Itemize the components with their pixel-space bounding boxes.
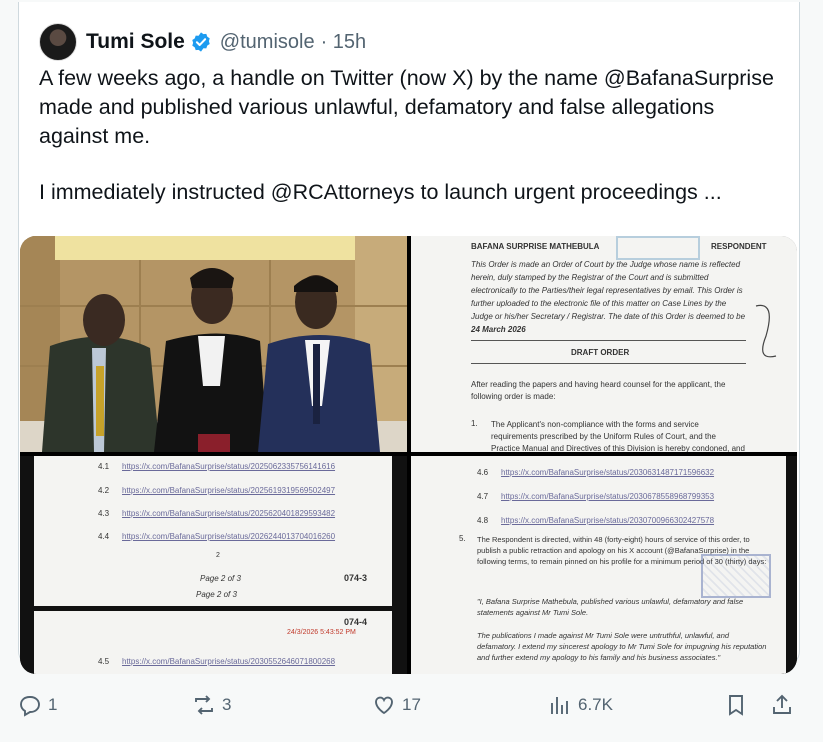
doc-role: RESPONDENT (711, 242, 767, 251)
row-num: 4.6 (477, 468, 489, 477)
row-num: 4.3 (98, 509, 110, 518)
court-stamp-icon (616, 236, 700, 260)
item5-num: 5. (459, 534, 466, 543)
status-link: https://x.com/BafanaSurprise/status/2026… (122, 532, 336, 541)
repost-count: 3 (222, 695, 232, 714)
bookmark-icon (729, 695, 743, 716)
photo-illustration (20, 236, 407, 452)
doc-retraction-page: 4.6 https://x.com/BafanaSurprise/status/2… (411, 456, 786, 674)
tweet-time[interactable]: · 15h (321, 31, 367, 54)
doc-page-3-top: 074-4 24/3/2026 5:43:52 PM 4.5 https://x.… (34, 611, 392, 674)
author-handle[interactable]: @tumisole (220, 31, 315, 54)
doc-item1-text: The Applicant's non-compliance with the … (491, 420, 745, 452)
tweet-card[interactable]: Tumi Sole @tumisole · 15h A few weeks ag… (18, 2, 800, 674)
divider-bottom (471, 363, 746, 364)
views-count: 6.7K (578, 695, 613, 714)
doc-after-reading: After reading the papers and having hear… (471, 380, 726, 401)
heart-icon (375, 696, 393, 715)
doc-page-2-top: 4.1 https://x.com/BafanaSurprise/status/2… (34, 456, 392, 606)
views-button[interactable]: 6.7K (548, 690, 613, 720)
row-num: 4.4 (98, 532, 110, 541)
case-ref-2: 074-4 (344, 617, 368, 627)
link-row-5: 4.5 https://x.com/BafanaSurprise/status/2… (98, 651, 335, 669)
repost-icon (195, 695, 213, 715)
row-num: 4.8 (477, 516, 489, 525)
quote-2: The publications I made against Mr Tumi … (477, 631, 767, 662)
doc-item1-num: 1. (471, 419, 478, 428)
status-link: https://x.com/BafanaSurprise/status/2030… (501, 468, 715, 477)
reply-button[interactable]: 1 (18, 690, 57, 720)
page-of-2: Page 2 of 3 (196, 590, 237, 599)
row-num: 4.2 (98, 486, 110, 495)
share-icon (773, 694, 791, 714)
document-page-2[interactable]: 4.1 https://x.com/BafanaSurprise/status/2… (20, 456, 407, 674)
page-number: 2 (216, 552, 220, 559)
tweet-text: A few weeks ago, a handle on Twitter (no… (39, 64, 784, 234)
reply-count: 1 (48, 695, 58, 714)
author-name[interactable]: Tumi Sole (86, 30, 185, 54)
court-stamp-icon (701, 554, 771, 598)
bookmark-button[interactable] (724, 690, 748, 720)
signature-icon (755, 304, 777, 358)
share-button[interactable] (770, 690, 794, 720)
case-ref-1: 074-3 (344, 573, 368, 583)
author-avatar[interactable] (39, 23, 77, 61)
status-link: https://x.com/BafanaSurprise/status/2030… (501, 516, 715, 525)
tweet-actions: 1 3 17 6.7K (18, 690, 808, 730)
order-text-body: This Order is made an Order of Court by … (471, 260, 746, 321)
document-retraction[interactable]: 4.6 https://x.com/BafanaSurprise/status/2… (411, 456, 797, 674)
stamp-time: 24/3/2026 5:43:52 PM (287, 629, 356, 636)
like-button[interactable]: 17 (372, 690, 421, 720)
photo-three-men[interactable] (20, 236, 407, 452)
link-row-8: 4.8 https://x.com/BafanaSurprise/status/2… (477, 510, 714, 528)
views-icon (551, 697, 568, 714)
like-count: 17 (402, 695, 421, 714)
row-num: 4.5 (98, 657, 110, 666)
doc-draft-title: DRAFT ORDER (571, 348, 630, 357)
divider-top (471, 340, 746, 341)
tweet-paragraph-2: I immediately instructed @RCAttorneys to… (39, 180, 722, 204)
link-row-4: 4.4 https://x.com/BafanaSurprise/status/2… (98, 526, 335, 544)
order-date: 24 March 2026 (471, 325, 526, 334)
status-link: https://x.com/BafanaSurprise/status/2030… (122, 657, 336, 666)
media-grid: BAFANA SURPRISE MATHEBULA RESPONDENT Thi… (20, 236, 797, 674)
document-page: BAFANA SURPRISE MATHEBULA RESPONDENT Thi… (411, 236, 797, 452)
link-row-2: 4.2 https://x.com/BafanaSurprise/status/2… (98, 480, 335, 498)
link-row-7: 4.7 https://x.com/BafanaSurprise/status/2… (477, 486, 714, 504)
status-link: https://x.com/BafanaSurprise/status/2025… (122, 486, 336, 495)
link-row-1: 4.1 https://x.com/BafanaSurprise/status/2… (98, 456, 335, 474)
doc-order-text: This Order is made an Order of Court by … (471, 258, 746, 336)
tweet-paragraph-1: A few weeks ago, a handle on Twitter (no… (39, 66, 774, 148)
link-row-6: 4.6 https://x.com/BafanaSurprise/status/2… (477, 462, 714, 480)
status-link: https://x.com/BafanaSurprise/status/2030… (501, 492, 715, 501)
status-link: https://x.com/BafanaSurprise/status/2025… (122, 509, 336, 518)
tweet-header: Tumi Sole @tumisole · 15h (39, 22, 366, 62)
reply-icon (20, 696, 40, 717)
doc-party: BAFANA SURPRISE MATHEBULA (471, 242, 600, 251)
status-link: https://x.com/BafanaSurprise/status/2025… (122, 462, 336, 471)
quote-1: "I, Bafana Surprise Mathebula, published… (477, 597, 744, 617)
link-row-3: 4.3 https://x.com/BafanaSurprise/status/2… (98, 503, 335, 521)
verified-badge-icon (192, 32, 210, 52)
row-num: 4.7 (477, 492, 489, 501)
document-draft-order[interactable]: BAFANA SURPRISE MATHEBULA RESPONDENT Thi… (411, 236, 797, 452)
page-of-1: Page 2 of 3 (200, 574, 241, 583)
row-num: 4.1 (98, 462, 110, 471)
repost-button[interactable]: 3 (192, 690, 231, 720)
